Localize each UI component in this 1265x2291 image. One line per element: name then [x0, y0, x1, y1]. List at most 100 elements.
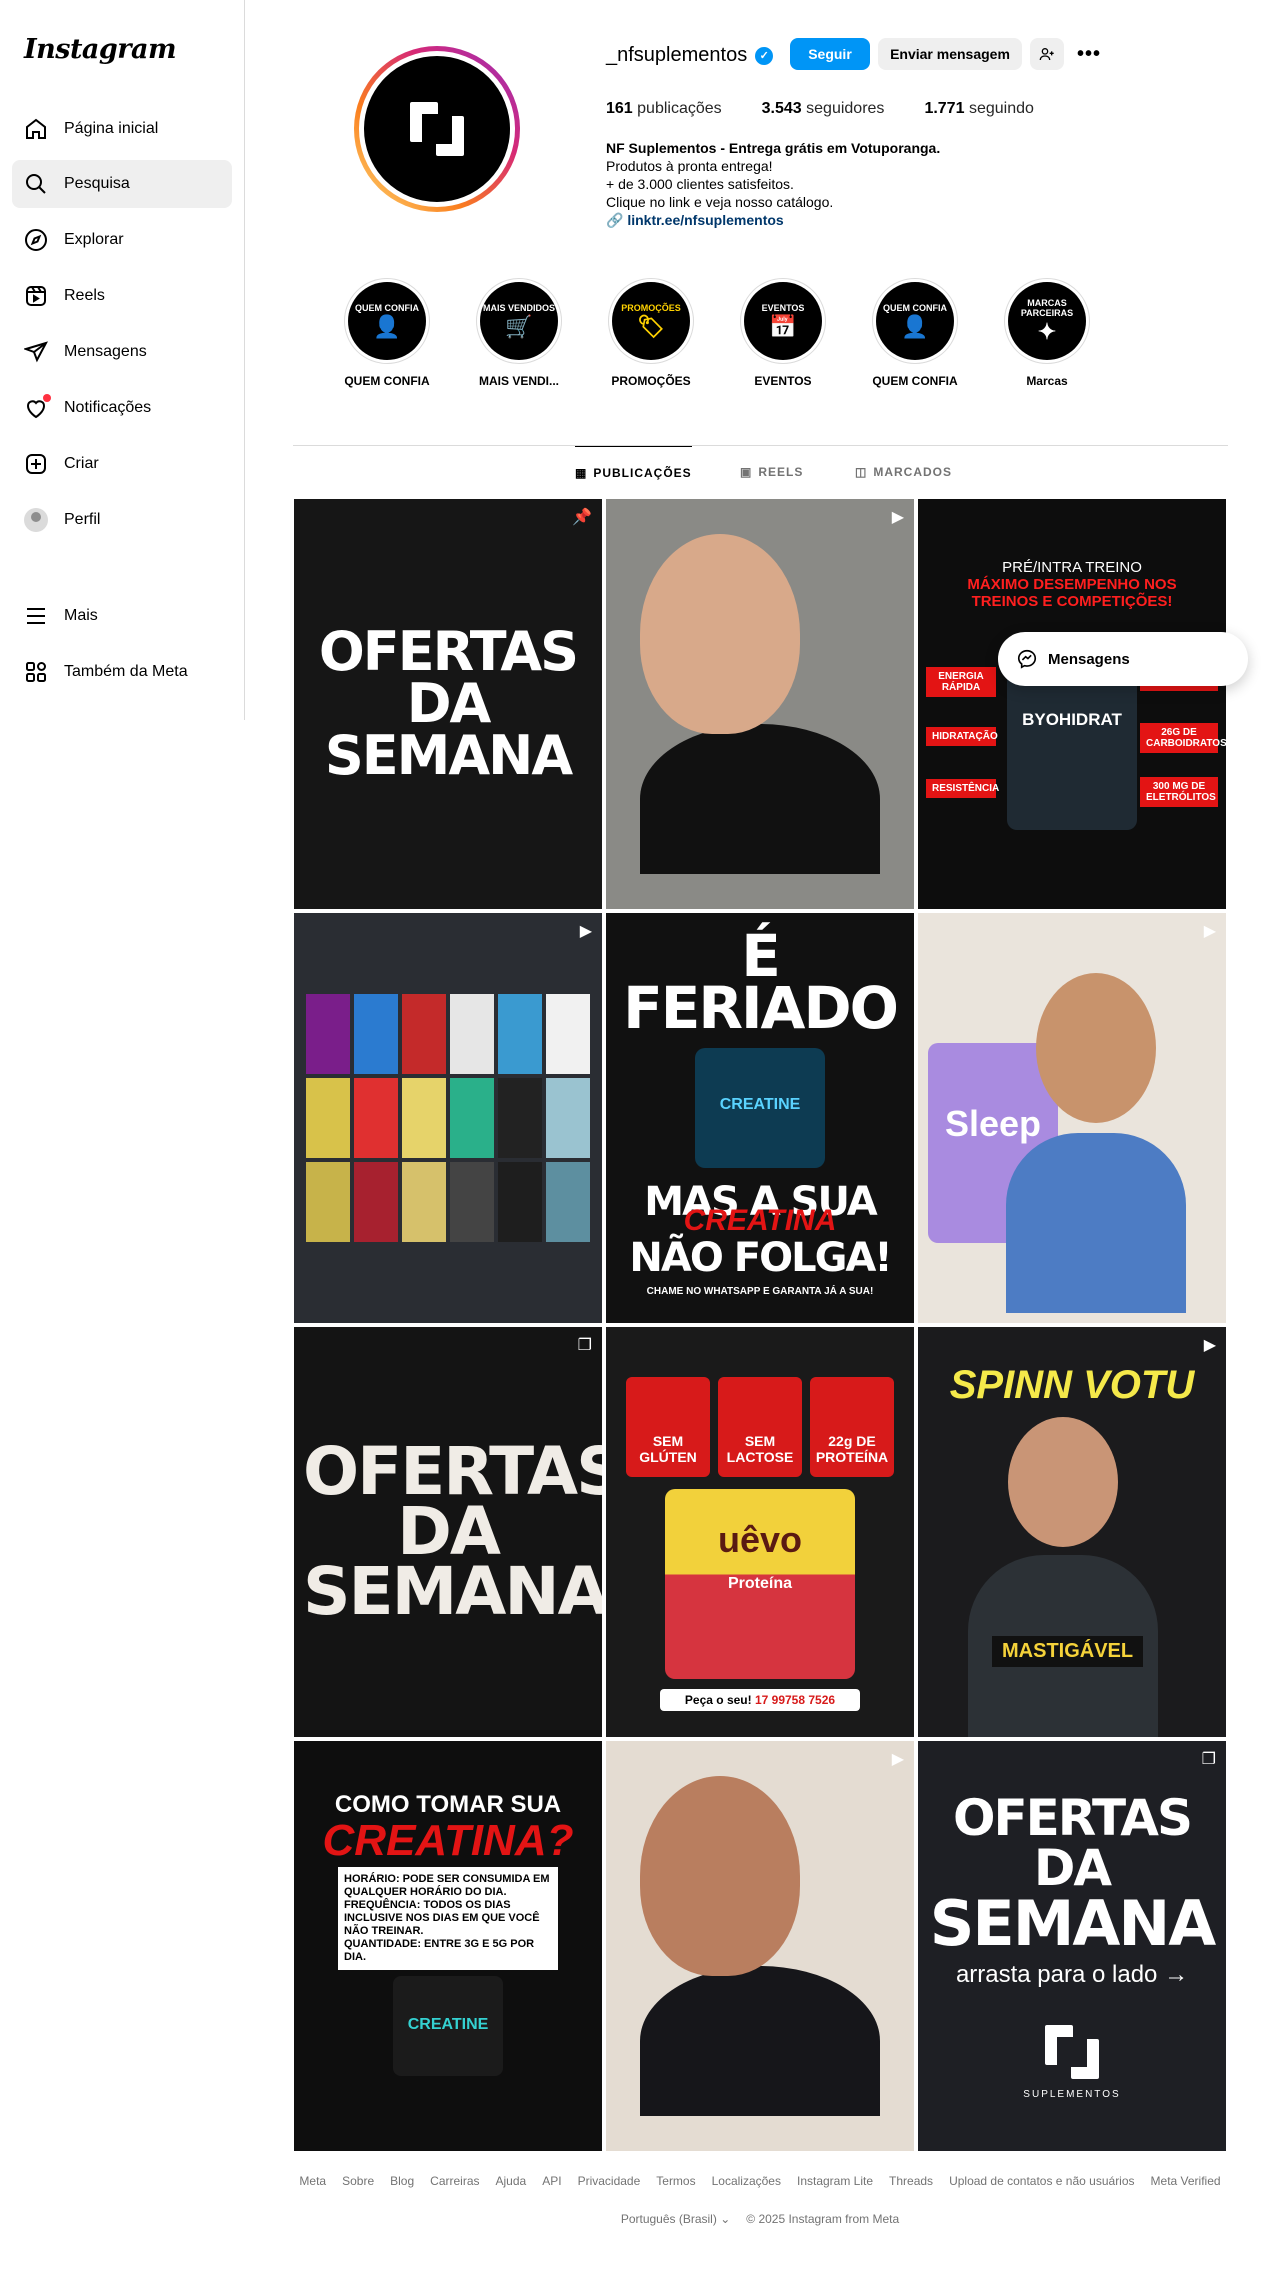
following-count[interactable]: 1.771 seguindo: [924, 100, 1033, 118]
chevron-down-icon: ⌄: [720, 2212, 731, 2226]
tag-icon: 🏷: [637, 314, 665, 339]
product-image: CREATINE: [695, 1047, 825, 1168]
highlight-item[interactable]: QUEM CONFIA 👤 QUEM CONFIA: [332, 278, 442, 388]
product-image: BYOHIDRAT: [1007, 670, 1137, 830]
footer-links: Meta Sobre Blog Carreiras Ajuda API Privacidad…: [294, 2174, 1226, 2188]
follow-button[interactable]: Seguir: [790, 38, 870, 70]
sidebar-item-explore[interactable]: Explorar: [12, 216, 232, 264]
post-tag: 300 MG DE ELETRÓLITOS: [1140, 777, 1218, 807]
reel-icon: ▶: [1203, 1337, 1216, 1354]
sidebar-item-reels[interactable]: Reels: [12, 272, 232, 320]
post-tile[interactable]: ▶: [606, 1741, 914, 2151]
direct-icon: [24, 341, 48, 363]
sidebar-item-messages[interactable]: Mensagens: [12, 328, 232, 376]
sidebar-item-create[interactable]: Criar: [12, 440, 232, 488]
cart-icon: 🛒: [505, 314, 533, 339]
post-text: arrasta para o lado →: [955, 1960, 1189, 1988]
posts-count[interactable]: 161 publicações: [606, 100, 722, 118]
post-tile[interactable]: ▶ Sleep: [918, 913, 1226, 1323]
footer-link[interactable]: Meta: [299, 2174, 326, 2188]
sidebar-item-profile[interactable]: Perfil: [12, 496, 232, 544]
user-icon: 👤: [901, 314, 929, 339]
post-text: MÁXIMO DESEMPENHO NOS TREINOS E COMPETIÇ…: [967, 576, 1177, 610]
post-tile[interactable]: ▶ SPINN VOTU MASTIGÁVEL: [918, 1327, 1226, 1737]
sidebar-item-label: Explorar: [64, 231, 124, 248]
footer-link[interactable]: Privacidade: [578, 2174, 641, 2188]
footer-link[interactable]: Carreiras: [430, 2174, 479, 2188]
send-message-button[interactable]: Enviar mensagem: [878, 38, 1022, 70]
post-text: SEMANA: [929, 1886, 1217, 1960]
tab-tagged[interactable]: ◫ MARCADOS: [855, 446, 952, 498]
bio-link[interactable]: 🔗 linktr.ee/nfsuplementos: [606, 211, 1166, 229]
footer-link[interactable]: Threads: [889, 2174, 933, 2188]
footer-link[interactable]: Sobre: [342, 2174, 374, 2188]
bio-link-text: linktr.ee/nfsuplementos: [627, 212, 784, 228]
highlight-item[interactable]: MARCAS PARCEIRAS ✦ Marcas: [992, 278, 1102, 388]
footer-link[interactable]: Upload de contatos e não usuários: [949, 2174, 1134, 2188]
sidebar-item-label: Mensagens: [64, 343, 147, 360]
post-tag: ENERGIA RÁPIDA: [926, 667, 996, 697]
followers-count[interactable]: 3.543 seguidores: [762, 100, 885, 118]
profile-avatar[interactable]: [359, 51, 515, 207]
tab-posts[interactable]: ▦ PUBLICAÇÕES: [575, 446, 692, 498]
tab-reels[interactable]: ▣ REELS: [740, 446, 803, 498]
post-text: CHAME NO WHATSAPP E GARANTA JÁ A SUA!: [646, 1285, 874, 1297]
post-tag: HIDRATAÇÃO: [926, 727, 998, 746]
posts-label: publicações: [637, 100, 722, 117]
suggested-accounts-button[interactable]: [1030, 38, 1064, 70]
post-text: 17 99758 7526: [754, 1693, 836, 1707]
followers-number: 3.543: [761, 100, 802, 117]
language-select[interactable]: Português (Brasil) ⌄: [621, 2212, 730, 2226]
highlight-item[interactable]: MAIS VENDIDOS 🛒 MAIS VENDI...: [464, 278, 574, 388]
footer-link[interactable]: Meta Verified: [1151, 2174, 1221, 2188]
sidebar-item-also-from-meta[interactable]: Também da Meta: [12, 648, 232, 696]
highlight-cover-text: MAIS VENDIDOS: [482, 303, 555, 313]
posts-number: 161: [606, 100, 633, 117]
footer: Meta Sobre Blog Carreiras Ajuda API Privacidad…: [294, 2174, 1226, 2226]
highlight-item[interactable]: QUEM CONFIA 👤 QUEM CONFIA: [860, 278, 970, 388]
highlight-label: Marcas: [1026, 374, 1068, 388]
highlight-item[interactable]: PROMOÇÕES 🏷 PROMOÇÕES: [596, 278, 706, 388]
post-tile[interactable]: ❐ OFERTAS DA SEMANA: [294, 1327, 602, 1737]
person-photo: [968, 1417, 1158, 1737]
post-tile[interactable]: 📌 OFERTAS DA SEMANA: [294, 499, 602, 909]
messages-floating-button[interactable]: Mensagens: [998, 632, 1248, 686]
post-text: MASTIGÁVEL: [992, 1636, 1144, 1667]
post-tile[interactable]: SEM GLÚTEN SEM LACTOSE 22g DE PROTEÍNA u…: [606, 1327, 914, 1737]
reel-icon: ▶: [891, 509, 904, 526]
footer-link[interactable]: Localizações: [712, 2174, 781, 2188]
instagram-logo[interactable]: Instagram: [24, 34, 177, 65]
more-options-icon[interactable]: •••: [1072, 38, 1106, 70]
following-number: 1.771: [924, 100, 965, 117]
sidebar-item-label: Criar: [64, 455, 99, 472]
post-tile[interactable]: ▶: [606, 499, 914, 909]
sidebar-item-home[interactable]: Página inicial: [12, 105, 232, 153]
footer-link[interactable]: API: [542, 2174, 561, 2188]
reel-icon: ▶: [1203, 923, 1216, 940]
person-photo: [1006, 973, 1186, 1313]
footer-link[interactable]: Termos: [656, 2174, 695, 2188]
post-tag: 26G DE CARBOIDRATOS: [1140, 723, 1226, 753]
highlight-item[interactable]: EVENTOS 📅 EVENTOS: [728, 278, 838, 388]
footer-link[interactable]: Instagram Lite: [797, 2174, 873, 2188]
sidebar-item-search[interactable]: Pesquisa: [12, 160, 232, 208]
post-tile[interactable]: PRÉ/INTRA TREINO MÁXIMO DESEMPENHO NOS T…: [918, 499, 1226, 909]
post-tile[interactable]: É FERIADO CREATINE MAS A SUA CREATINA NÃ…: [606, 913, 914, 1323]
footer-link[interactable]: Ajuda: [496, 2174, 527, 2188]
post-tile[interactable]: ❐ OFERTAS DA SEMANA arrasta para o lado …: [918, 1741, 1226, 2151]
language-label: Português (Brasil): [620, 2212, 717, 2226]
footer-link[interactable]: Blog: [390, 2174, 414, 2188]
post-tile[interactable]: ▶: [294, 913, 602, 1323]
tagged-icon: ◫: [855, 465, 868, 479]
user-icon: 👤: [373, 314, 401, 339]
post-text: SUPLEMENTOS: [1023, 2088, 1121, 2100]
messages-label: Mensagens: [1048, 650, 1130, 668]
sidebar-item-notifications[interactable]: Notificações: [12, 384, 232, 432]
sidebar-item-more[interactable]: Mais: [12, 592, 232, 640]
post-text: NÃO FOLGA!: [629, 1234, 892, 1281]
brands-icon: ✦: [1037, 319, 1057, 344]
followers-label: seguidores: [806, 100, 885, 117]
post-text: CREATINA: [683, 1203, 837, 1237]
person-photo: [610, 1746, 880, 2116]
post-tile[interactable]: COMO TOMAR SUA CREATINA? HORÁRIO: PODE S…: [294, 1741, 602, 2151]
